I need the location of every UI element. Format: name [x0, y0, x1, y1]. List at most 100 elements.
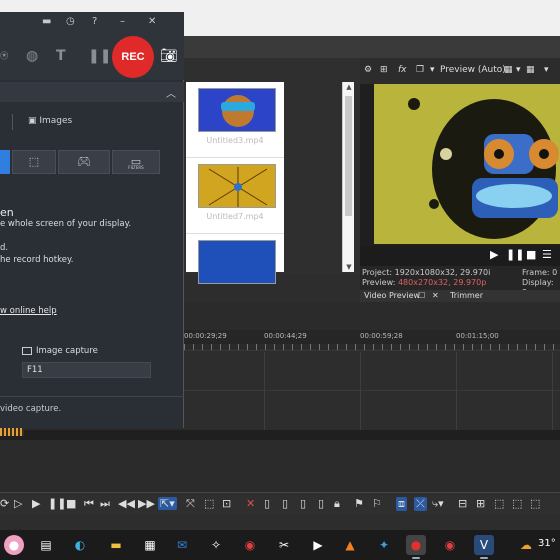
maximize-icon[interactable]: ☐	[418, 290, 425, 302]
mode-area[interactable]: ⬚	[12, 150, 56, 174]
chrome-icon[interactable]: ◉	[240, 535, 260, 555]
zoom-tool-icon[interactable]: ⊡	[222, 497, 231, 510]
region-insert-icon[interactable]: ⚐	[372, 497, 382, 510]
quality-dropdown-icon[interactable]: ▾	[430, 65, 435, 75]
tab-trimmer[interactable]: Trimmer	[450, 290, 483, 302]
pause-icon[interactable]: ❚❚	[48, 497, 66, 510]
timeline-grid-line	[456, 352, 457, 438]
chevron-down-icon[interactable]: ▾	[516, 65, 521, 75]
cupcake-app-icon[interactable]: ●	[4, 535, 24, 555]
online-help-link[interactable]: w online help	[0, 306, 57, 316]
minimize-icon[interactable]: –	[120, 16, 125, 27]
mode-game[interactable]: 🎮︎	[58, 150, 110, 174]
mail-icon[interactable]: ✉	[172, 535, 192, 555]
mode-fullscreen[interactable]	[0, 150, 10, 174]
menu-icon[interactable]: ☰	[542, 248, 552, 261]
cursor-effect-icon[interactable]: ◍	[26, 48, 38, 64]
next-frame-icon[interactable]: ▶▶	[138, 497, 155, 510]
tab-images[interactable]: ▣ Images	[28, 116, 72, 126]
stop-icon[interactable]: ■	[66, 497, 76, 510]
split-screen-icon[interactable]: ⊞	[380, 65, 388, 75]
previous-frame-icon[interactable]: ◀◀	[118, 497, 135, 510]
chevron-up-icon[interactable]: ︿	[166, 85, 176, 100]
timeline-track[interactable]	[184, 390, 560, 430]
webcam-overlay-icon[interactable]: ⍟	[0, 48, 8, 64]
store-icon[interactable]: ▦	[140, 535, 160, 555]
scroll-up-icon[interactable]: ▲	[343, 82, 355, 92]
weather-icon[interactable]: ☁	[516, 535, 536, 555]
edge-browser-icon[interactable]: ◐	[70, 535, 90, 555]
lock-icon[interactable]: 🔒︎	[334, 497, 340, 511]
tab-video-preview[interactable]: Video Preview	[364, 290, 420, 302]
overlay-icon[interactable]: ▦	[526, 65, 535, 75]
tool-app-icon[interactable]: ✂	[274, 535, 294, 555]
auto-ripple-icon[interactable]: ⤷▾	[432, 497, 444, 511]
editor-toolbar-strip	[184, 36, 560, 58]
go-to-start-icon[interactable]: ⏮	[84, 497, 94, 511]
stop-icon[interactable]: ■	[526, 248, 536, 261]
marker-icon[interactable]: ▯	[318, 497, 324, 510]
delete-icon[interactable]: ✕	[246, 497, 255, 510]
folder-icon[interactable]: ▬	[42, 16, 51, 27]
pause-icon[interactable]: ❚❚	[88, 48, 111, 64]
chevron-down-icon[interactable]: ▾	[544, 65, 549, 75]
render-icon[interactable]: ⬚	[530, 497, 540, 510]
media-scrollbar[interactable]: ▲ ▼	[342, 82, 354, 272]
preview-quality-dropdown[interactable]: Preview (Auto)	[440, 65, 506, 75]
copy-icon[interactable]: ❐	[416, 65, 424, 75]
pause-icon[interactable]: ❚❚	[506, 248, 524, 261]
settings-icon[interactable]: ⚙	[364, 65, 372, 75]
app-icon[interactable]: ✧	[206, 535, 226, 555]
text-overlay-icon[interactable]: T	[56, 48, 66, 64]
normal-edit-tool-icon[interactable]: ⇱▾	[158, 497, 177, 510]
vegas-pro-icon[interactable]: ✦	[374, 535, 394, 555]
media-item[interactable]	[186, 234, 284, 310]
envelope-tool-icon[interactable]: ⤧	[186, 497, 195, 511]
scroll-thumb[interactable]	[345, 96, 352, 216]
clock-icon[interactable]: ◷	[66, 16, 75, 27]
timeline-track[interactable]	[184, 350, 560, 390]
media-item[interactable]: Untitled7.mp4	[186, 158, 284, 234]
description-line: he record hotkey.	[0, 255, 74, 265]
vlc-icon[interactable]: ▲	[340, 535, 360, 555]
loop-icon[interactable]: ⟳	[0, 497, 9, 510]
timeline-grid-line	[360, 352, 361, 438]
trim-icon[interactable]: ▯	[264, 497, 270, 510]
preview-label: Preview:	[362, 278, 396, 287]
media-item[interactable]: Untitled3.mp4	[186, 82, 284, 158]
task-view-icon[interactable]: ▤	[36, 535, 56, 555]
close-icon[interactable]: ✕	[432, 290, 439, 302]
rec-button[interactable]: REC	[112, 36, 154, 78]
marker-insert-icon[interactable]: ⚑	[354, 497, 364, 510]
play-icon[interactable]: ▶	[32, 497, 40, 510]
mode-device[interactable]: ▭ FILTERS	[112, 150, 160, 174]
file-explorer-icon[interactable]: ▬	[106, 535, 126, 555]
video-app-icon[interactable]: ▶	[308, 535, 328, 555]
snap-icon[interactable]: ▯	[300, 497, 306, 510]
snapping-icon[interactable]: ⧈	[396, 497, 407, 511]
grid-icon[interactable]: ▦	[504, 65, 513, 75]
auto-crossfade-icon[interactable]: ⤫	[414, 497, 427, 511]
event-pan-crop-icon[interactable]: ⬚	[512, 497, 522, 510]
split-icon[interactable]: ▯	[282, 497, 288, 510]
close-icon[interactable]: ✕	[148, 16, 156, 27]
lock-envelopes-icon[interactable]: ⊟	[458, 497, 467, 510]
image-capture-hotkey-field[interactable]: F11	[22, 362, 151, 378]
play-icon[interactable]: ▶	[490, 248, 498, 261]
go-to-end-icon[interactable]: ⏭	[100, 497, 110, 511]
vegas-taskbar-icon[interactable]: V	[474, 535, 494, 559]
recorder-title-bar: ▬ ◷ ? – ✕	[0, 12, 184, 34]
chrome-icon[interactable]: ◉	[440, 535, 460, 555]
camera-icon[interactable]: 📷︎	[160, 48, 180, 66]
bandicam-taskbar-icon[interactable]: ●	[406, 535, 426, 559]
play-from-start-icon[interactable]: ▷	[14, 497, 22, 510]
fx-icon[interactable]: fx	[398, 65, 407, 75]
ignore-grouping-icon[interactable]: ⊞	[476, 497, 485, 510]
help-icon[interactable]: ?	[92, 16, 97, 27]
scroll-down-icon[interactable]: ▼	[343, 262, 355, 272]
event-fx-icon[interactable]: ⬚	[494, 497, 504, 510]
selection-tool-icon[interactable]: ⬚	[204, 497, 214, 510]
ruler-time: 00:01:15;00	[456, 332, 499, 340]
timeline-scrollbar[interactable]	[0, 430, 560, 440]
preview-tabs: Video Preview ☐ ✕ Trimmer	[360, 290, 560, 302]
